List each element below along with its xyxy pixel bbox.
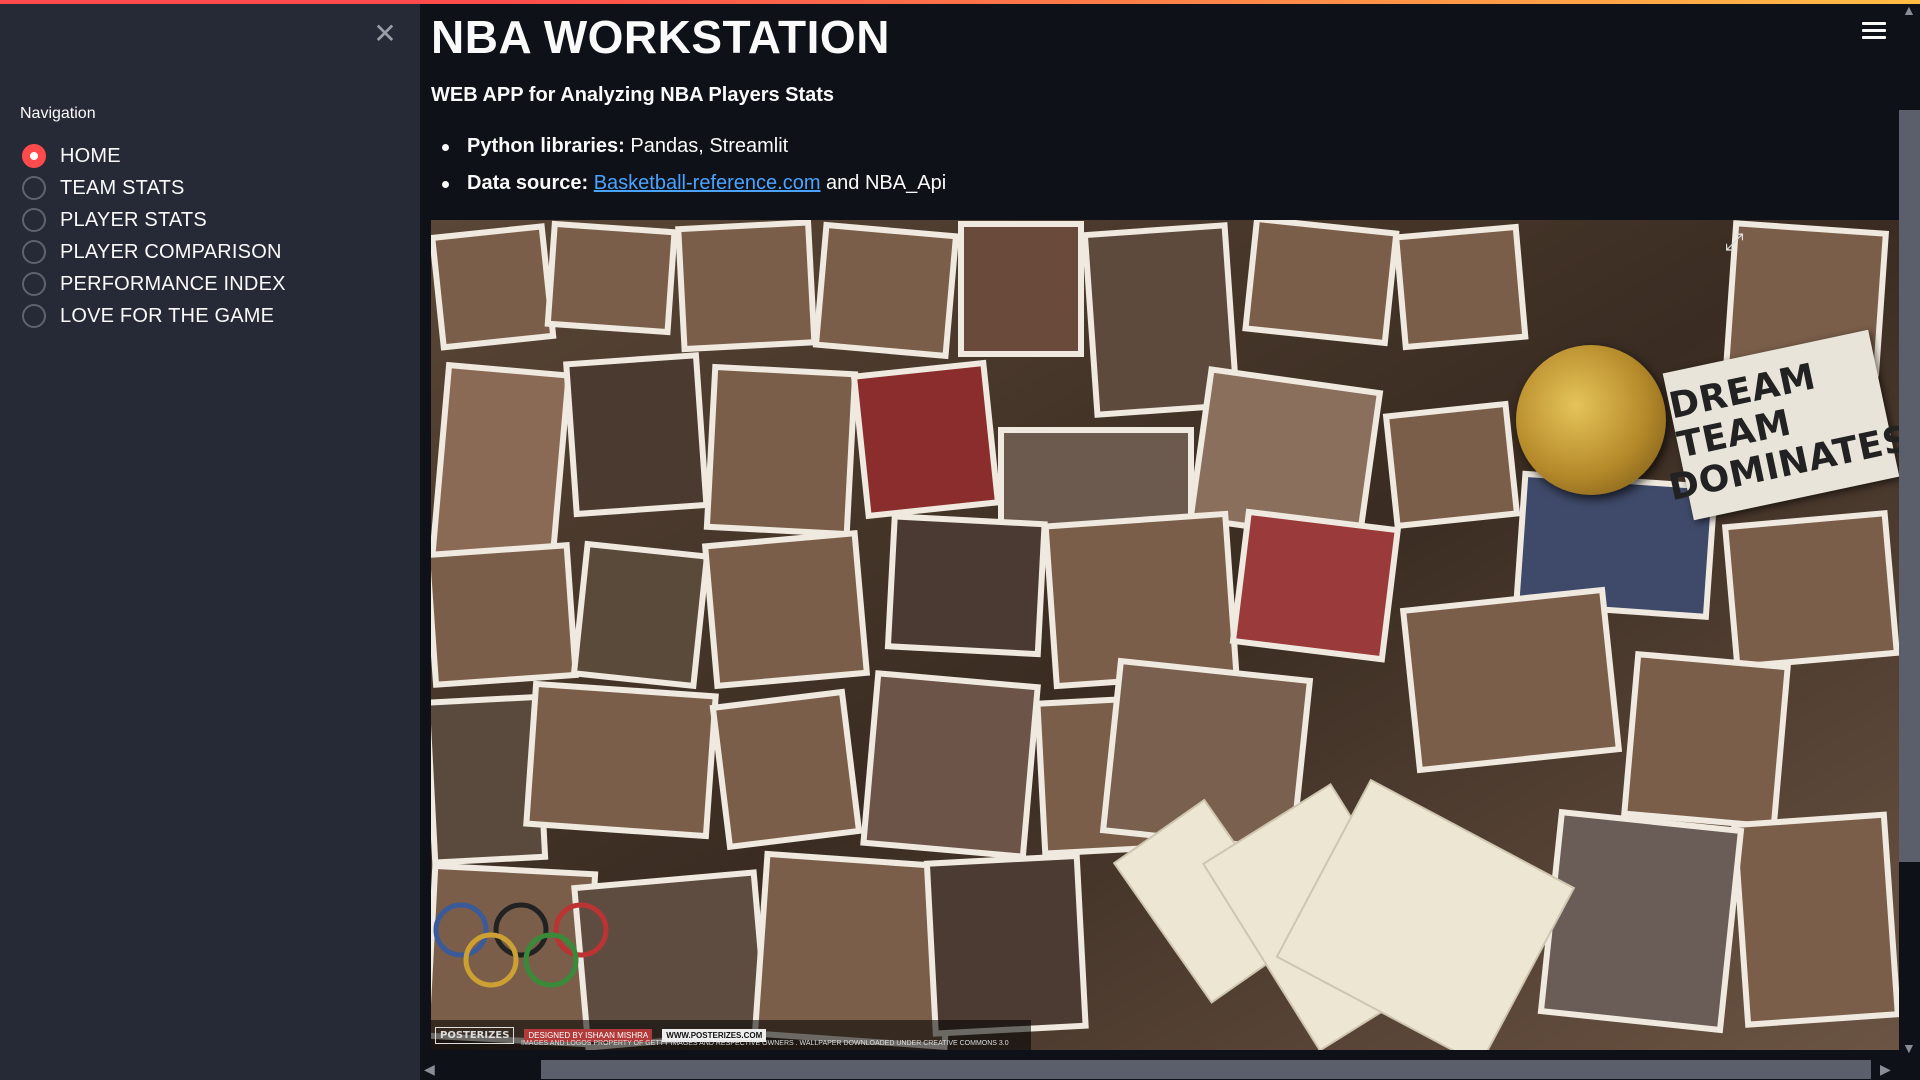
top-decoration-bar [0, 0, 1920, 4]
navigation-label: Navigation [20, 105, 96, 122]
nav-item-label: PLAYER COMPARISON [60, 240, 282, 263]
hamburger-menu-icon[interactable] [1862, 22, 1886, 42]
scroll-right-arrow-icon[interactable]: ▶ [1880, 1061, 1891, 1078]
radio-button[interactable] [22, 240, 46, 264]
nav-radio-performance-index[interactable]: PERFORMANCE INDEX [22, 268, 286, 300]
basketball-reference-link[interactable]: Basketball-reference.com [594, 172, 821, 194]
bullet-bold-label: Data source: [467, 172, 589, 194]
nav-radio-player-stats[interactable]: PLAYER STATS [22, 204, 286, 236]
nav-radio-love-for-the-game[interactable]: LOVE FOR THE GAME [22, 300, 286, 332]
nav-item-label: HOME [60, 144, 121, 167]
nav-radio-home[interactable]: HOME [22, 140, 286, 172]
fullscreen-expand-icon[interactable]: ⤢ [1719, 228, 1749, 258]
radio-button-selected[interactable] [22, 144, 46, 168]
radio-button[interactable] [22, 272, 46, 296]
bullet-python-libraries: Python libraries: Pandas, Streamlit [440, 133, 946, 170]
nav-radio-team-stats[interactable]: TEAM STATS [22, 172, 286, 204]
scroll-down-arrow-icon[interactable]: ▼ [1902, 1040, 1916, 1056]
bullet-text: Pandas, Streamlit [624, 135, 789, 157]
watermark-note: IMAGES AND LOGOS PROPERTY OF GETTY IMAGE… [521, 1040, 1009, 1047]
radio-button[interactable] [22, 208, 46, 232]
collage-photo-background [431, 220, 1899, 1050]
radio-button[interactable] [22, 176, 46, 200]
sidebar: ✕ Navigation HOME TEAM STATS PLAYER STAT… [0, 0, 420, 1080]
gold-medal-graphic [1516, 345, 1666, 495]
nav-item-label: TEAM STATS [60, 176, 185, 199]
bullet-bold-label: Python libraries: [467, 135, 625, 157]
dream-team-collage-image: DREAM TEAM DOMINATES ⤢ POSTERIZES DESIGN… [431, 220, 1899, 1050]
horizontal-scrollbar-thumb[interactable] [541, 1060, 1871, 1079]
main-content: NBA WORKSTATION WEB APP for Analyzing NB… [420, 0, 1920, 1080]
page-subtitle: WEB APP for Analyzing NBA Players Stats [431, 84, 835, 106]
image-watermark-bar: POSTERIZES DESIGNED BY ISHAAN MISHRA WWW… [431, 1020, 1031, 1050]
radio-button[interactable] [22, 304, 46, 328]
nav-item-label: PLAYER STATS [60, 208, 207, 231]
navigation-radio-group: HOME TEAM STATS PLAYER STATS PLAYER COMP… [22, 140, 286, 332]
scroll-up-arrow-icon[interactable]: ▲ [1902, 2, 1916, 18]
close-icon[interactable]: ✕ [371, 20, 399, 48]
vertical-scrollbar-thumb[interactable] [1899, 110, 1920, 862]
page-title: NBA WORKSTATION [431, 11, 890, 63]
watermark-logo: POSTERIZES [435, 1026, 515, 1044]
scroll-left-arrow-icon[interactable]: ◀ [424, 1061, 435, 1078]
nav-radio-player-comparison[interactable]: PLAYER COMPARISON [22, 236, 286, 268]
bullet-data-source: Data source: Basketball-reference.com an… [440, 170, 946, 207]
nav-item-label: PERFORMANCE INDEX [60, 272, 286, 295]
bullet-text: and NBA_Api [820, 172, 947, 194]
nav-item-label: LOVE FOR THE GAME [60, 304, 275, 327]
info-bullet-list: Python libraries: Pandas, Streamlit Data… [440, 133, 946, 207]
